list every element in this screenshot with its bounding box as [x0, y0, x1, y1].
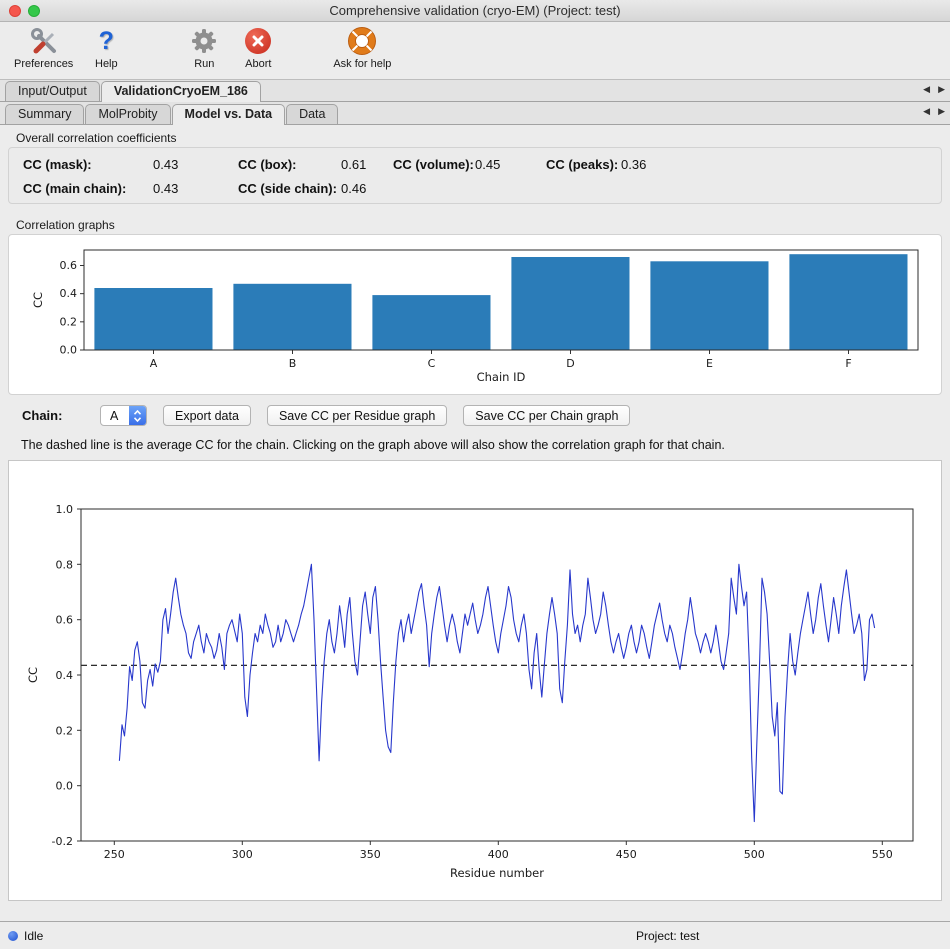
titlebar: Comprehensive validation (cryo-EM) (Proj…: [0, 0, 950, 22]
toolbar-item-label: Ask for help: [333, 58, 391, 70]
svg-text:0.4: 0.4: [60, 287, 78, 300]
save-cc-per-chain-button[interactable]: Save CC per Chain graph: [463, 405, 630, 426]
abort-icon: [245, 25, 271, 57]
cc-volume-label: CC (volume):: [393, 157, 475, 172]
window-title: Comprehensive validation (cryo-EM) (Proj…: [329, 3, 620, 18]
tools-icon: [29, 25, 59, 57]
tab-validationcryoem-186[interactable]: ValidationCryoEM_186: [101, 81, 261, 102]
status-indicator-icon: [8, 931, 18, 941]
cc-main-chain-value: 0.43: [153, 181, 238, 196]
section-title-overall-cc: Overall correlation coefficients: [16, 131, 950, 145]
svg-text:0.6: 0.6: [60, 259, 78, 272]
svg-text:CC: CC: [26, 667, 40, 683]
svg-text:Chain ID: Chain ID: [477, 370, 526, 384]
cc-mask-value: 0.43: [153, 157, 238, 172]
svg-text:500: 500: [744, 848, 765, 861]
tab-model-vs-data[interactable]: Model vs. Data: [172, 104, 286, 125]
cc-per-chain-chart[interactable]: 0.0 0.2 0.4 0.6 A B C D E F Chain ID CC: [10, 238, 934, 388]
svg-text:0.4: 0.4: [56, 669, 74, 682]
toolbar-item-label: Run: [194, 58, 214, 70]
ask-for-help-button[interactable]: Ask for help: [327, 25, 397, 70]
cc-per-residue-chart: 250 300 350 400 450 500 550 -0.2 0.0 0.2 0.4 0.6 0.8…: [9, 463, 929, 895]
cc-per-residue-panel: 250 300 350 400 450 500 550 -0.2 0.0 0.2 0.4 0.6 0.8…: [8, 460, 942, 901]
export-data-button[interactable]: Export data: [163, 405, 251, 426]
cc-side-chain-label: CC (side chain):: [238, 181, 341, 196]
sub-tab-bar: Summary MolProbity Model vs. Data Data ◀…: [0, 102, 950, 125]
svg-text:0.8: 0.8: [56, 558, 74, 571]
svg-text:550: 550: [872, 848, 893, 861]
tab-molprobity[interactable]: MolProbity: [85, 104, 170, 124]
scroll-tabs-right-icon[interactable]: ▶: [938, 85, 945, 95]
svg-text:400: 400: [488, 848, 509, 861]
cc-box-label: CC (box):: [238, 157, 341, 172]
chain-controls: Chain: A Export data Save CC per Residue…: [22, 405, 950, 426]
chain-select-value: A: [110, 409, 118, 423]
status-text: Idle: [24, 929, 43, 943]
svg-text:F: F: [845, 357, 851, 370]
app-window: Comprehensive validation (cryo-EM) (Proj…: [0, 0, 950, 949]
scroll-tabs-left-icon[interactable]: ◀: [923, 85, 930, 95]
chain-select[interactable]: A: [100, 405, 147, 426]
svg-text:C: C: [428, 357, 436, 370]
svg-text:450: 450: [616, 848, 637, 861]
abort-button[interactable]: Abort: [231, 25, 285, 70]
tab-scroll-arrows: ◀ ▶: [923, 85, 945, 95]
cc-values-grid: CC (mask): 0.43 CC (box): 0.61 CC (volum…: [23, 157, 941, 196]
project-label: Project: test: [636, 929, 699, 943]
svg-text:1.0: 1.0: [56, 503, 74, 516]
close-window-button[interactable]: [9, 5, 21, 17]
model-vs-data-panel: Overall correlation coefficients CC (mas…: [0, 125, 950, 921]
cc-per-chain-groupbox: 0.0 0.2 0.4 0.6 A B C D E F Chain ID CC: [8, 234, 942, 395]
zoom-window-button[interactable]: [28, 5, 40, 17]
cc-main-chain-label: CC (main chain):: [23, 181, 153, 196]
cc-side-chain-value: 0.46: [341, 181, 393, 196]
cc-mask-label: CC (mask):: [23, 157, 153, 172]
svg-text:300: 300: [232, 848, 253, 861]
tab-scroll-arrows: ◀ ▶: [923, 107, 945, 117]
status-bar: Idle Project: test: [0, 921, 950, 949]
svg-text:B: B: [289, 357, 297, 370]
tab-input-output[interactable]: Input/Output: [5, 81, 100, 101]
svg-text:250: 250: [104, 848, 125, 861]
svg-text:0.6: 0.6: [56, 614, 74, 627]
question-icon: ?: [99, 25, 114, 57]
help-button[interactable]: ? Help: [79, 25, 133, 70]
cc-box-value: 0.61: [341, 157, 393, 172]
svg-text:0.2: 0.2: [60, 315, 78, 328]
overall-cc-groupbox: CC (mask): 0.43 CC (box): 0.61 CC (volum…: [8, 147, 942, 204]
scroll-tabs-right-icon[interactable]: ▶: [938, 107, 945, 117]
cc-peaks-value: 0.36: [621, 157, 941, 172]
chain-label: Chain:: [22, 408, 84, 423]
svg-text:D: D: [566, 357, 574, 370]
scroll-tabs-left-icon[interactable]: ◀: [923, 107, 930, 117]
main-tab-bar: Input/Output ValidationCryoEM_186 ◀ ▶: [0, 80, 950, 102]
toolbar-item-label: Abort: [245, 58, 271, 70]
chevron-up-down-icon: [129, 406, 146, 425]
gear-icon: [190, 25, 218, 57]
svg-text:Residue number: Residue number: [450, 866, 544, 880]
lifesaver-icon: [347, 25, 377, 57]
run-button[interactable]: Run: [177, 25, 231, 70]
svg-text:A: A: [150, 357, 158, 370]
svg-text:CC: CC: [31, 292, 45, 308]
svg-text:-0.2: -0.2: [52, 835, 73, 848]
svg-text:0.2: 0.2: [56, 724, 74, 737]
toolbar: Preferences ? Help Run: [0, 22, 950, 80]
svg-text:350: 350: [360, 848, 381, 861]
toolbar-item-label: Help: [95, 58, 118, 70]
dashed-line-note: The dashed line is the average CC for th…: [21, 438, 950, 452]
tab-summary[interactable]: Summary: [5, 104, 84, 124]
svg-text:E: E: [706, 357, 713, 370]
cc-volume-value: 0.45: [475, 157, 546, 172]
toolbar-item-label: Preferences: [14, 58, 73, 70]
preferences-button[interactable]: Preferences: [8, 25, 79, 70]
svg-text:0.0: 0.0: [56, 780, 74, 793]
section-title-correlation-graphs: Correlation graphs: [16, 218, 950, 232]
tab-data[interactable]: Data: [286, 104, 338, 124]
cc-peaks-label: CC (peaks):: [546, 157, 621, 172]
svg-text:0.0: 0.0: [60, 344, 78, 357]
window-controls: [9, 5, 40, 17]
save-cc-per-residue-button[interactable]: Save CC per Residue graph: [267, 405, 447, 426]
